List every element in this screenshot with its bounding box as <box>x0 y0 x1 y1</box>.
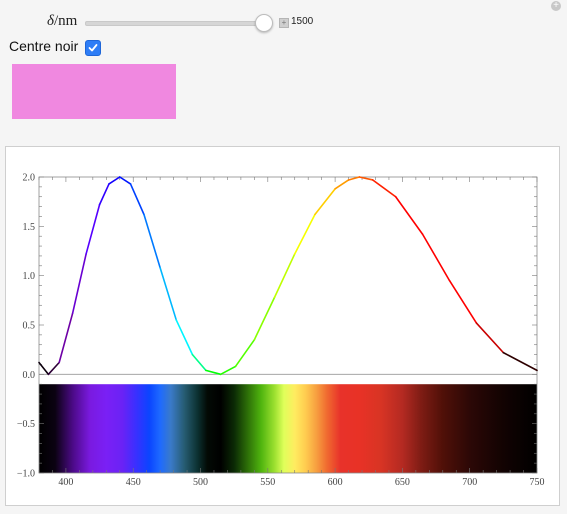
plot-panel: 400 450 500 550 600 650 700 750 2.0 1.5 1.0 0.5 0.0 −… <box>5 146 560 506</box>
curve-segment <box>191 353 207 372</box>
curve-segment <box>421 233 451 282</box>
x-tick-label: 550 <box>260 477 275 488</box>
curve-segment <box>108 176 121 185</box>
slider-label: δ/nm <box>47 13 77 30</box>
curve-segment <box>358 176 374 181</box>
curve-segment <box>347 176 361 181</box>
controls-panel: + δ/nm + 1500 Centre noir <box>0 0 567 142</box>
curve-segment <box>394 195 424 236</box>
y-tick-label: −1.0 <box>17 469 35 480</box>
slider-expand-button[interactable]: + <box>279 18 289 28</box>
curve-segment <box>205 369 222 376</box>
curve-segment <box>159 266 178 321</box>
y-tick-label: 1.5 <box>23 222 36 233</box>
curve-segment <box>143 213 161 269</box>
curve-segment <box>175 319 194 356</box>
corner-plus-button[interactable]: + <box>551 1 561 11</box>
x-tick-label: 500 <box>193 477 208 488</box>
curve-segment <box>98 183 110 206</box>
delta-symbol: δ <box>47 13 54 29</box>
x-tick-label: 700 <box>462 477 477 488</box>
centre-noir-checkbox[interactable] <box>85 40 101 56</box>
slider-unit: /nm <box>53 13 78 29</box>
curve-segment <box>129 183 145 216</box>
y-tick-label: −0.5 <box>17 419 35 430</box>
curve-segment <box>502 351 538 372</box>
curve-segment <box>58 312 74 364</box>
curve-segment <box>293 213 316 255</box>
curve-segment <box>448 279 478 324</box>
curve-segment <box>38 361 50 376</box>
curve-segment <box>234 339 256 368</box>
curve-segment <box>85 203 101 255</box>
x-tick-label: 650 <box>395 477 410 488</box>
curve-segment <box>47 361 60 376</box>
delta-slider-track[interactable] <box>85 21 269 26</box>
curve-segment <box>71 253 87 314</box>
x-tick-label: 750 <box>530 477 545 488</box>
x-tick-label: 600 <box>328 477 343 488</box>
curve-segment <box>475 322 505 354</box>
curve-segment <box>334 179 350 190</box>
y-tick-label: 2.0 <box>23 173 36 184</box>
curve-segment <box>118 176 132 185</box>
spectrum-chart: 400 450 500 550 600 650 700 750 2.0 1.5 1.0 0.5 0.0 −… <box>17 173 545 489</box>
spectrum-band <box>39 384 537 473</box>
curve-segment <box>314 188 336 216</box>
curve-segment <box>253 296 276 341</box>
delta-slider-thumb[interactable] <box>255 14 273 32</box>
slider-value: 1500 <box>291 16 314 27</box>
y-tick-label: 0.0 <box>23 370 36 381</box>
centre-noir-label: Centre noir <box>9 38 79 54</box>
curve-segment <box>273 253 296 299</box>
curve-segment <box>219 365 237 376</box>
x-tick-label: 400 <box>58 477 73 488</box>
curve-segment <box>371 179 397 198</box>
color-swatch <box>12 64 176 119</box>
checkmark-icon <box>88 44 98 52</box>
y-tick-label: 0.5 <box>23 321 36 332</box>
x-tick-label: 450 <box>126 477 141 488</box>
y-tick-label: 1.0 <box>23 271 36 282</box>
